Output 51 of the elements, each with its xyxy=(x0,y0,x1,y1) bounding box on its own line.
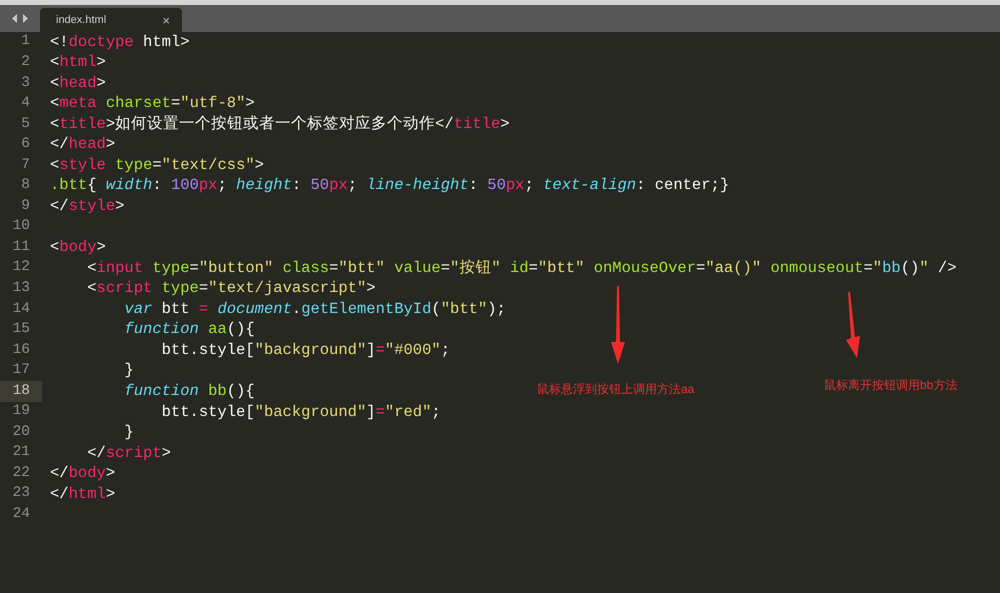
line-number: 6 xyxy=(21,135,30,154)
line-number: 4 xyxy=(21,94,30,114)
code-line: <input type="button" class="btt" value="按钮" id="btt" onMouseOver="aa()" onmouseout="bb()" /> xyxy=(86,258,957,279)
code-line: btt.style["background"]="#000"; xyxy=(160,340,450,361)
file-tab[interactable]: index.html × xyxy=(40,8,182,32)
code-line: .btt{ width: 100px; height: 50px; line-height: 50px; text-align: center;} xyxy=(50,175,730,196)
line-number: 1 xyxy=(21,32,30,52)
code-line: <meta charset="utf-8"> xyxy=(50,93,255,114)
code-line: <style type="text/css"> xyxy=(50,154,264,176)
code-line: function aa(){ xyxy=(123,319,255,340)
code-line: function bb(){ xyxy=(123,380,255,402)
code-line: <script type="text/javascript"> xyxy=(86,278,376,300)
line-number: 15 xyxy=(12,320,30,340)
line-number: 19 xyxy=(12,402,30,422)
close-button[interactable]: × xyxy=(162,14,170,26)
code-line: <head> xyxy=(50,72,106,94)
code-line: </style> xyxy=(50,196,124,218)
line-number: 20 xyxy=(12,422,30,442)
code-line: <!doctype html> xyxy=(50,32,190,53)
line-number: 18 xyxy=(12,382,30,401)
line-number: 2 xyxy=(21,52,30,72)
code-line: btt.style["background"]="red"; xyxy=(160,402,441,422)
line-number: 10 xyxy=(12,217,30,236)
code-line: </head> xyxy=(50,134,116,156)
line-number: 13 xyxy=(12,278,30,298)
line-number: 22 xyxy=(12,464,30,483)
code-line: var btt = document.getElementById("btt"); xyxy=(123,298,506,320)
line-number: 24 xyxy=(12,504,30,524)
line-number: 17 xyxy=(12,361,30,380)
line-number: 12 xyxy=(12,258,30,278)
line-number: 16 xyxy=(12,340,30,360)
code-line: </script> xyxy=(86,442,171,464)
code-line: <body> xyxy=(50,237,106,258)
code-line: <html> xyxy=(50,52,106,74)
line-number: 21 xyxy=(12,443,30,462)
line-number: 5 xyxy=(21,114,30,134)
code-line: } xyxy=(123,422,134,444)
line-number: 9 xyxy=(21,196,30,216)
annotation-text: 鼠标悬浮到按钮上调用方法aa xyxy=(537,381,694,398)
code-line: <title>如何设置一个按钮或者一个标签对应多个动作</title> xyxy=(50,114,510,135)
line-number: 8 xyxy=(21,176,30,196)
navigation-arrows-icon[interactable] xyxy=(12,14,28,23)
code-line: </html> xyxy=(50,484,116,505)
line-number: 7 xyxy=(21,156,30,175)
code-line: </body> xyxy=(50,463,116,484)
line-number: 11 xyxy=(12,238,30,257)
annotation-text: 鼠标离开按钮调用bb方法 xyxy=(824,377,958,394)
line-number: 14 xyxy=(12,300,30,319)
line-number: 23 xyxy=(12,484,30,504)
code-line: } xyxy=(123,360,134,382)
line-number: 3 xyxy=(21,74,30,92)
